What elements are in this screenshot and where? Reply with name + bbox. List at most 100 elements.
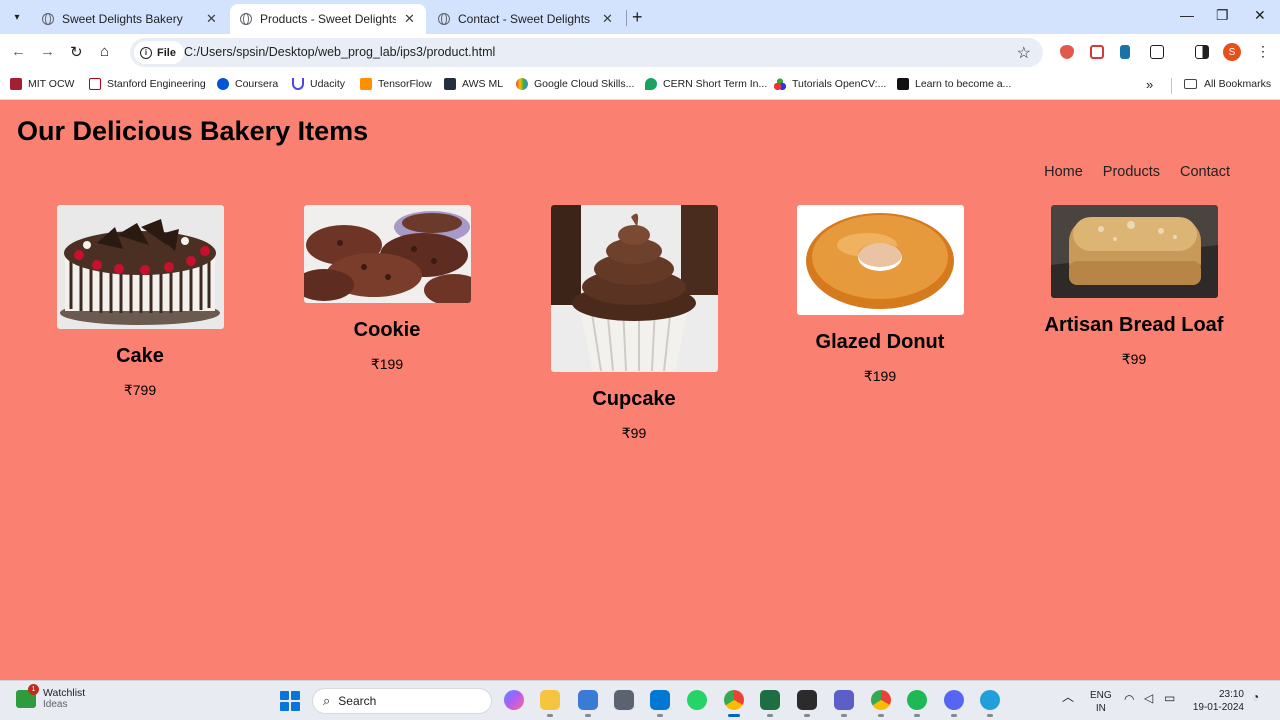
bread-image: [1050, 205, 1218, 298]
back-arrow-icon[interactable]: ←: [11, 43, 26, 60]
battery-icon[interactable]: ▭: [1164, 692, 1175, 705]
more-bookmarks-icon[interactable]: »: [1146, 77, 1153, 92]
running-indicator: [547, 714, 553, 717]
new-tab-icon[interactable]: +: [632, 7, 643, 28]
running-indicator: [878, 714, 884, 717]
cake-image: [56, 205, 224, 329]
taskbar: 1 Watchlist Ideas ⌕ Search ︿ ENG IN ◠ ◁ …: [0, 680, 1280, 720]
bookmark-label: MIT OCW: [28, 78, 75, 90]
excel-icon[interactable]: [760, 690, 780, 710]
bookmark-tensorflow[interactable]: TensorFlow: [360, 78, 432, 90]
running-indicator: [951, 714, 957, 717]
taskbar-search[interactable]: ⌕ Search: [312, 688, 492, 714]
teams-icon[interactable]: [834, 690, 854, 710]
close-icon[interactable]: ✕: [602, 11, 613, 27]
url-text[interactable]: C:/Users/spsin/Desktop/web_prog_lab/ips3…: [184, 45, 495, 59]
bookmark-label: Stanford Engineering: [107, 78, 206, 90]
opencv-icon: [774, 78, 786, 90]
discord-icon[interactable]: [944, 690, 964, 710]
chrome-profile-icon[interactable]: [871, 690, 891, 710]
bookmark-stanford[interactable]: Stanford Engineering: [89, 78, 206, 90]
stock-chart-icon: 1: [16, 683, 39, 708]
site-info-chip[interactable]: i File: [134, 41, 184, 64]
vscode-icon[interactable]: [650, 690, 670, 710]
bookmarks-bar: MIT OCW Stanford Engineering Coursera Ud…: [0, 72, 1280, 100]
language-code: ENG: [1090, 690, 1112, 701]
running-indicator: [987, 714, 993, 717]
widgets-button[interactable]: 1 Watchlist Ideas: [16, 683, 86, 710]
whatsapp-icon[interactable]: [687, 690, 707, 710]
close-icon[interactable]: ✕: [404, 11, 415, 27]
running-indicator: [804, 714, 810, 717]
menu-kebab-icon[interactable]: ⋮: [1256, 43, 1270, 60]
nav-home-link[interactable]: Home: [1044, 164, 1083, 180]
all-bookmarks-label: All Bookmarks: [1204, 78, 1272, 90]
extension-icon[interactable]: [1120, 45, 1130, 59]
product-price: ₹199: [863, 368, 897, 384]
bookmark-cern[interactable]: CERN Short Term In...: [645, 78, 767, 90]
minimize-icon[interactable]: —: [1180, 7, 1194, 23]
globe-icon: [240, 13, 252, 25]
bookmark-mit-ocw[interactable]: MIT OCW: [10, 78, 74, 90]
language-indicator[interactable]: ENG IN: [1090, 689, 1112, 715]
home-icon[interactable]: ⌂: [100, 43, 109, 60]
calculator-icon[interactable]: [614, 690, 634, 710]
running-indicator: [657, 714, 663, 717]
bookmark-udacity[interactable]: Udacity: [292, 78, 345, 90]
tab-divider: [626, 10, 627, 26]
windows-start-icon[interactable]: [280, 691, 300, 711]
bookmark-opencv[interactable]: Tutorials OpenCV:...: [774, 78, 886, 90]
forward-arrow-icon[interactable]: →: [40, 43, 55, 60]
tensorflow-icon: [360, 78, 372, 90]
tab-products[interactable]: Products - Sweet Delights Bakery ✕: [230, 4, 426, 34]
product-card-cupcake: Cupcake ₹99: [524, 205, 744, 442]
cross-extension-icon[interactable]: [1090, 45, 1104, 59]
chrome-icon[interactable]: [724, 690, 744, 710]
telegram-icon[interactable]: [980, 690, 1000, 710]
puzzle-extensions-icon[interactable]: [1150, 45, 1164, 59]
address-bar[interactable]: i File C:/Users/spsin/Desktop/web_prog_l…: [130, 38, 1043, 67]
bookmark-star-icon[interactable]: ☆: [1017, 43, 1031, 63]
bookmark-aws-ml[interactable]: AWS ML: [444, 78, 503, 90]
bookmark-label: Tutorials OpenCV:...: [792, 78, 887, 90]
site-navigation: Home Products Contact: [1044, 164, 1230, 180]
bookmark-roadmap[interactable]: Learn to become a...: [897, 78, 1011, 90]
system-clock[interactable]: 23:10 19-01-2024: [1188, 688, 1244, 714]
nav-products-link[interactable]: Products: [1103, 164, 1160, 180]
wifi-icon[interactable]: ◠: [1124, 693, 1134, 706]
tab-title: Sweet Delights Bakery: [62, 12, 183, 26]
bookmark-coursera[interactable]: Coursera: [217, 78, 278, 90]
widget-title: Watchlist: [43, 687, 86, 699]
donut-image: [796, 205, 964, 315]
nav-contact-link[interactable]: Contact: [1180, 164, 1230, 180]
spotify-icon[interactable]: [907, 690, 927, 710]
tab-search-chevron-icon[interactable]: ▾: [6, 6, 28, 28]
chevron-up-icon[interactable]: ︿: [1062, 691, 1074, 704]
tab-contact[interactable]: Contact - Sweet Delights Bakery ✕: [428, 4, 624, 34]
all-bookmarks[interactable]: All Bookmarks: [1184, 78, 1271, 90]
window-close-icon[interactable]: ✕: [1254, 7, 1266, 24]
product-card-cookie: Cookie ₹199: [277, 205, 497, 373]
bookmark-label: CERN Short Term In...: [663, 78, 768, 90]
volume-icon[interactable]: ◁: [1144, 692, 1153, 705]
reload-icon[interactable]: ↻: [70, 43, 83, 61]
close-icon[interactable]: ✕: [206, 11, 217, 27]
globe-icon: [438, 13, 450, 25]
maximize-icon[interactable]: ❐: [1216, 7, 1229, 24]
notification-bell-icon[interactable]: ◔: [1252, 691, 1259, 704]
bookmark-google-cloud[interactable]: Google Cloud Skills...: [516, 78, 634, 90]
notepad-icon[interactable]: [578, 690, 598, 710]
side-panel-icon[interactable]: [1195, 45, 1209, 59]
terminal-icon[interactable]: [797, 690, 817, 710]
shield-extension-icon[interactable]: [1060, 45, 1074, 59]
profile-avatar[interactable]: S: [1223, 43, 1241, 61]
tab-home[interactable]: Sweet Delights Bakery ✕: [32, 4, 228, 34]
copilot-icon[interactable]: [504, 690, 524, 710]
product-card-cake: Cake ₹799: [30, 205, 250, 399]
active-indicator: [728, 714, 740, 717]
coursera-icon: [217, 78, 229, 90]
bookmark-label: Coursera: [235, 78, 279, 90]
file-explorer-icon[interactable]: [540, 690, 560, 710]
file-chip-label: File: [157, 46, 176, 59]
bookmarks-divider: [1171, 78, 1172, 94]
